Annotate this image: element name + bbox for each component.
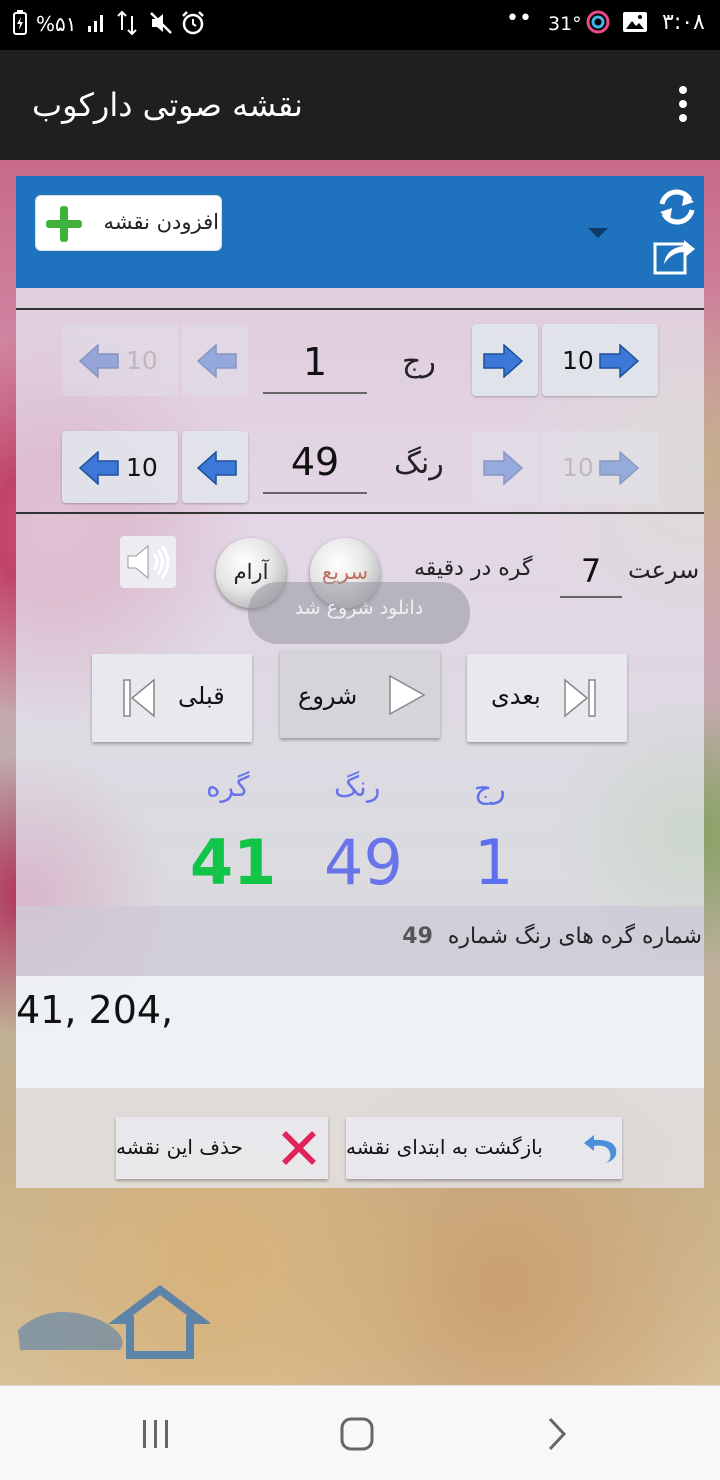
close-icon [278, 1127, 320, 1173]
home-icon[interactable] [340, 1417, 374, 1455]
row-back-1-button[interactable] [182, 324, 248, 396]
undo-icon [580, 1131, 618, 1169]
row-counter: 1 [474, 826, 514, 899]
battery-icon [12, 10, 28, 42]
status-dots: •• [506, 6, 532, 31]
step-10-label: 10 [562, 453, 594, 482]
delete-map-label: حذف این نقشه [116, 1135, 243, 1159]
arrow-left-icon [196, 450, 238, 489]
row-header: رج [474, 772, 506, 805]
divider [16, 512, 704, 514]
app-title: نقشه صوتی دارکوب [32, 86, 303, 124]
share-icon[interactable] [652, 234, 698, 280]
arrow-left-icon [78, 450, 120, 489]
data-transfer-icon [116, 10, 138, 42]
row-label: رج [402, 344, 436, 379]
clock: ۳:۰۸ [662, 10, 705, 35]
image-icon [622, 10, 648, 40]
back-to-start-label: بازگشت به ابتدای نقشه [346, 1135, 543, 1159]
refresh-icon[interactable] [654, 186, 700, 232]
start-label: شروع [298, 682, 358, 710]
app-bar: نقشه صوتی دارکوب [0, 50, 720, 160]
row-input[interactable]: 1 [263, 334, 367, 394]
back-icon[interactable] [546, 1416, 570, 1456]
color-label: رنگ [394, 446, 444, 481]
arrow-left-icon [78, 343, 120, 382]
next-button[interactable]: بعدی [467, 654, 627, 742]
color-counter: 49 [324, 826, 403, 899]
row-forward-10-button[interactable]: 10 [542, 324, 658, 396]
row-back-10-button[interactable]: 10 [62, 324, 178, 396]
arrow-right-icon [482, 343, 524, 382]
step-10-label: 10 [126, 346, 158, 375]
arrow-right-icon [598, 343, 640, 382]
next-label: بعدی [491, 682, 541, 710]
plus-icon [46, 206, 82, 242]
add-map-button[interactable]: افزودن نقشه [35, 195, 222, 251]
row-forward-1-button[interactable] [472, 324, 538, 396]
color-input[interactable]: 49 [263, 434, 367, 494]
speed-label: سرعت [628, 556, 700, 584]
system-nav-bar [0, 1385, 720, 1480]
overflow-menu-icon[interactable] [676, 86, 690, 124]
signal-icon [86, 10, 110, 40]
temperature: 31° [548, 13, 582, 35]
recents-icon[interactable] [140, 1418, 172, 1454]
dropdown-arrow-icon[interactable] [588, 228, 608, 238]
toast-message: دانلود شروع شد [248, 582, 470, 644]
battery-level: %۵۱ [36, 12, 77, 36]
back-to-start-button[interactable]: بازگشت به ابتدای نقشه [346, 1117, 622, 1179]
arrow-left-icon [196, 343, 238, 382]
speed-unit-label: گره در دقیقه [414, 556, 533, 581]
alarm-icon [180, 10, 206, 42]
app-notification-icon [586, 10, 610, 40]
skip-next-icon [563, 678, 597, 722]
mute-icon [148, 10, 174, 42]
speed-input[interactable]: 7 [560, 550, 622, 598]
start-button[interactable]: شروع [280, 650, 440, 738]
previous-label: قبلی [178, 682, 225, 710]
step-10-label: 10 [562, 346, 594, 375]
knot-counter: 41 [190, 826, 277, 899]
color-back-10-button[interactable]: 10 [62, 431, 178, 503]
knot-header: گره [206, 770, 250, 803]
fast-speed-label: سریع [321, 560, 369, 584]
skip-previous-icon [122, 678, 156, 722]
color-header: رنگ [334, 770, 381, 803]
play-icon [386, 674, 426, 720]
knots-list-title: شماره گره های رنگ شماره 49 [402, 924, 702, 949]
slow-speed-label: آرام [233, 560, 269, 584]
add-map-label: افزودن نقشه [103, 210, 219, 234]
color-back-1-button[interactable] [182, 431, 248, 503]
color-forward-1-button[interactable] [472, 431, 538, 503]
watermark-logo [10, 1280, 212, 1360]
previous-button[interactable]: قبلی [92, 654, 252, 742]
delete-map-button[interactable]: حذف این نقشه [116, 1117, 328, 1179]
arrow-right-icon [482, 450, 524, 489]
status-bar: %۵۱ •• 31° ۳:۰۸ [0, 0, 720, 50]
step-10-label: 10 [126, 453, 158, 482]
knots-list: 41, 204, [16, 988, 174, 1032]
speaker-icon[interactable] [120, 536, 176, 588]
arrow-right-icon [598, 450, 640, 489]
color-forward-10-button[interactable]: 10 [542, 431, 658, 503]
knots-color-number: 49 [402, 924, 433, 949]
knots-title-text: شماره گره های رنگ شماره [447, 924, 702, 949]
divider [16, 308, 704, 310]
